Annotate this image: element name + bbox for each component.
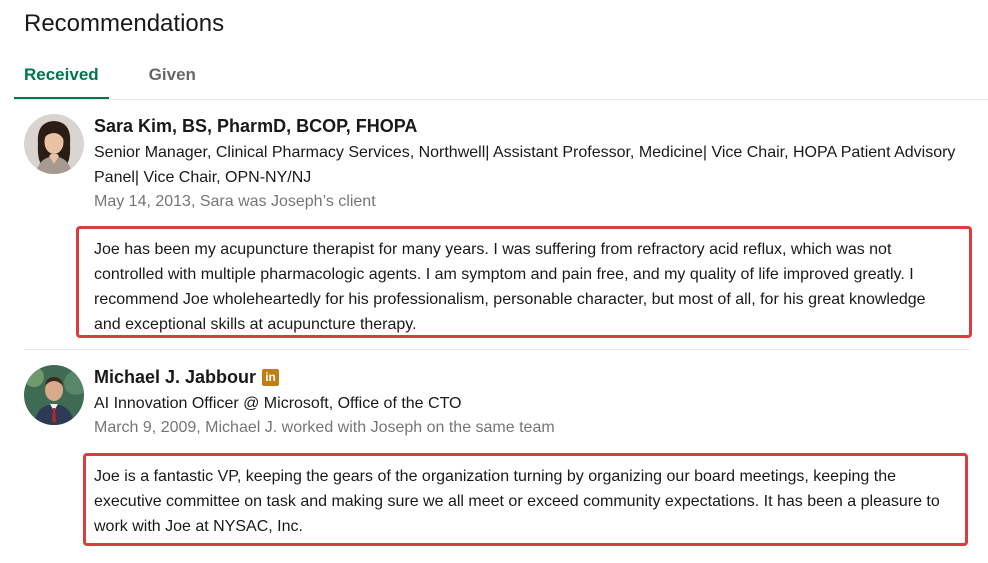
divider: [24, 349, 970, 350]
recommendations-page: Recommendations Received Given Sara Kim,…: [0, 0, 988, 563]
recommendation-date: March 9, 2009, Michael J. worked with Jo…: [94, 419, 555, 436]
tab-given[interactable]: Given: [139, 50, 206, 99]
recommendation-text-highlight: Joe has been my acupuncture therapist fo…: [76, 226, 972, 338]
recommendation-text: Joe has been my acupuncture therapist fo…: [94, 241, 926, 333]
tab-bar: Received Given: [14, 50, 236, 100]
recommender-meta: Sara Kim, BS, PharmD, BCOP, FHOPA Senior…: [94, 114, 964, 214]
recommender-headline: Senior Manager, Clinical Pharmacy Servic…: [94, 144, 956, 186]
tab-received[interactable]: Received: [14, 50, 109, 99]
avatar[interactable]: [24, 365, 84, 425]
linkedin-premium-icon: in: [262, 368, 280, 386]
recommendation-text-highlight: Joe is a fantastic VP, keeping the gears…: [83, 453, 968, 546]
recommender-name[interactable]: Sara Kim, BS, PharmD, BCOP, FHOPA: [94, 114, 964, 138]
page-title: Recommendations: [24, 10, 225, 37]
recommender-headline: AI Innovation Officer @ Microsoft, Offic…: [94, 395, 462, 412]
recommendation-date: May 14, 2013, Sara was Joseph’s client: [94, 193, 376, 210]
recommender-meta: Michael J. Jabbour in AI Innovation Offi…: [94, 365, 964, 440]
recommender-name[interactable]: Michael J. Jabbour in: [94, 365, 964, 389]
tabs-divider: [14, 99, 988, 100]
recommendation-text: Joe is a fantastic VP, keeping the gears…: [94, 468, 940, 535]
avatar[interactable]: [24, 114, 84, 174]
